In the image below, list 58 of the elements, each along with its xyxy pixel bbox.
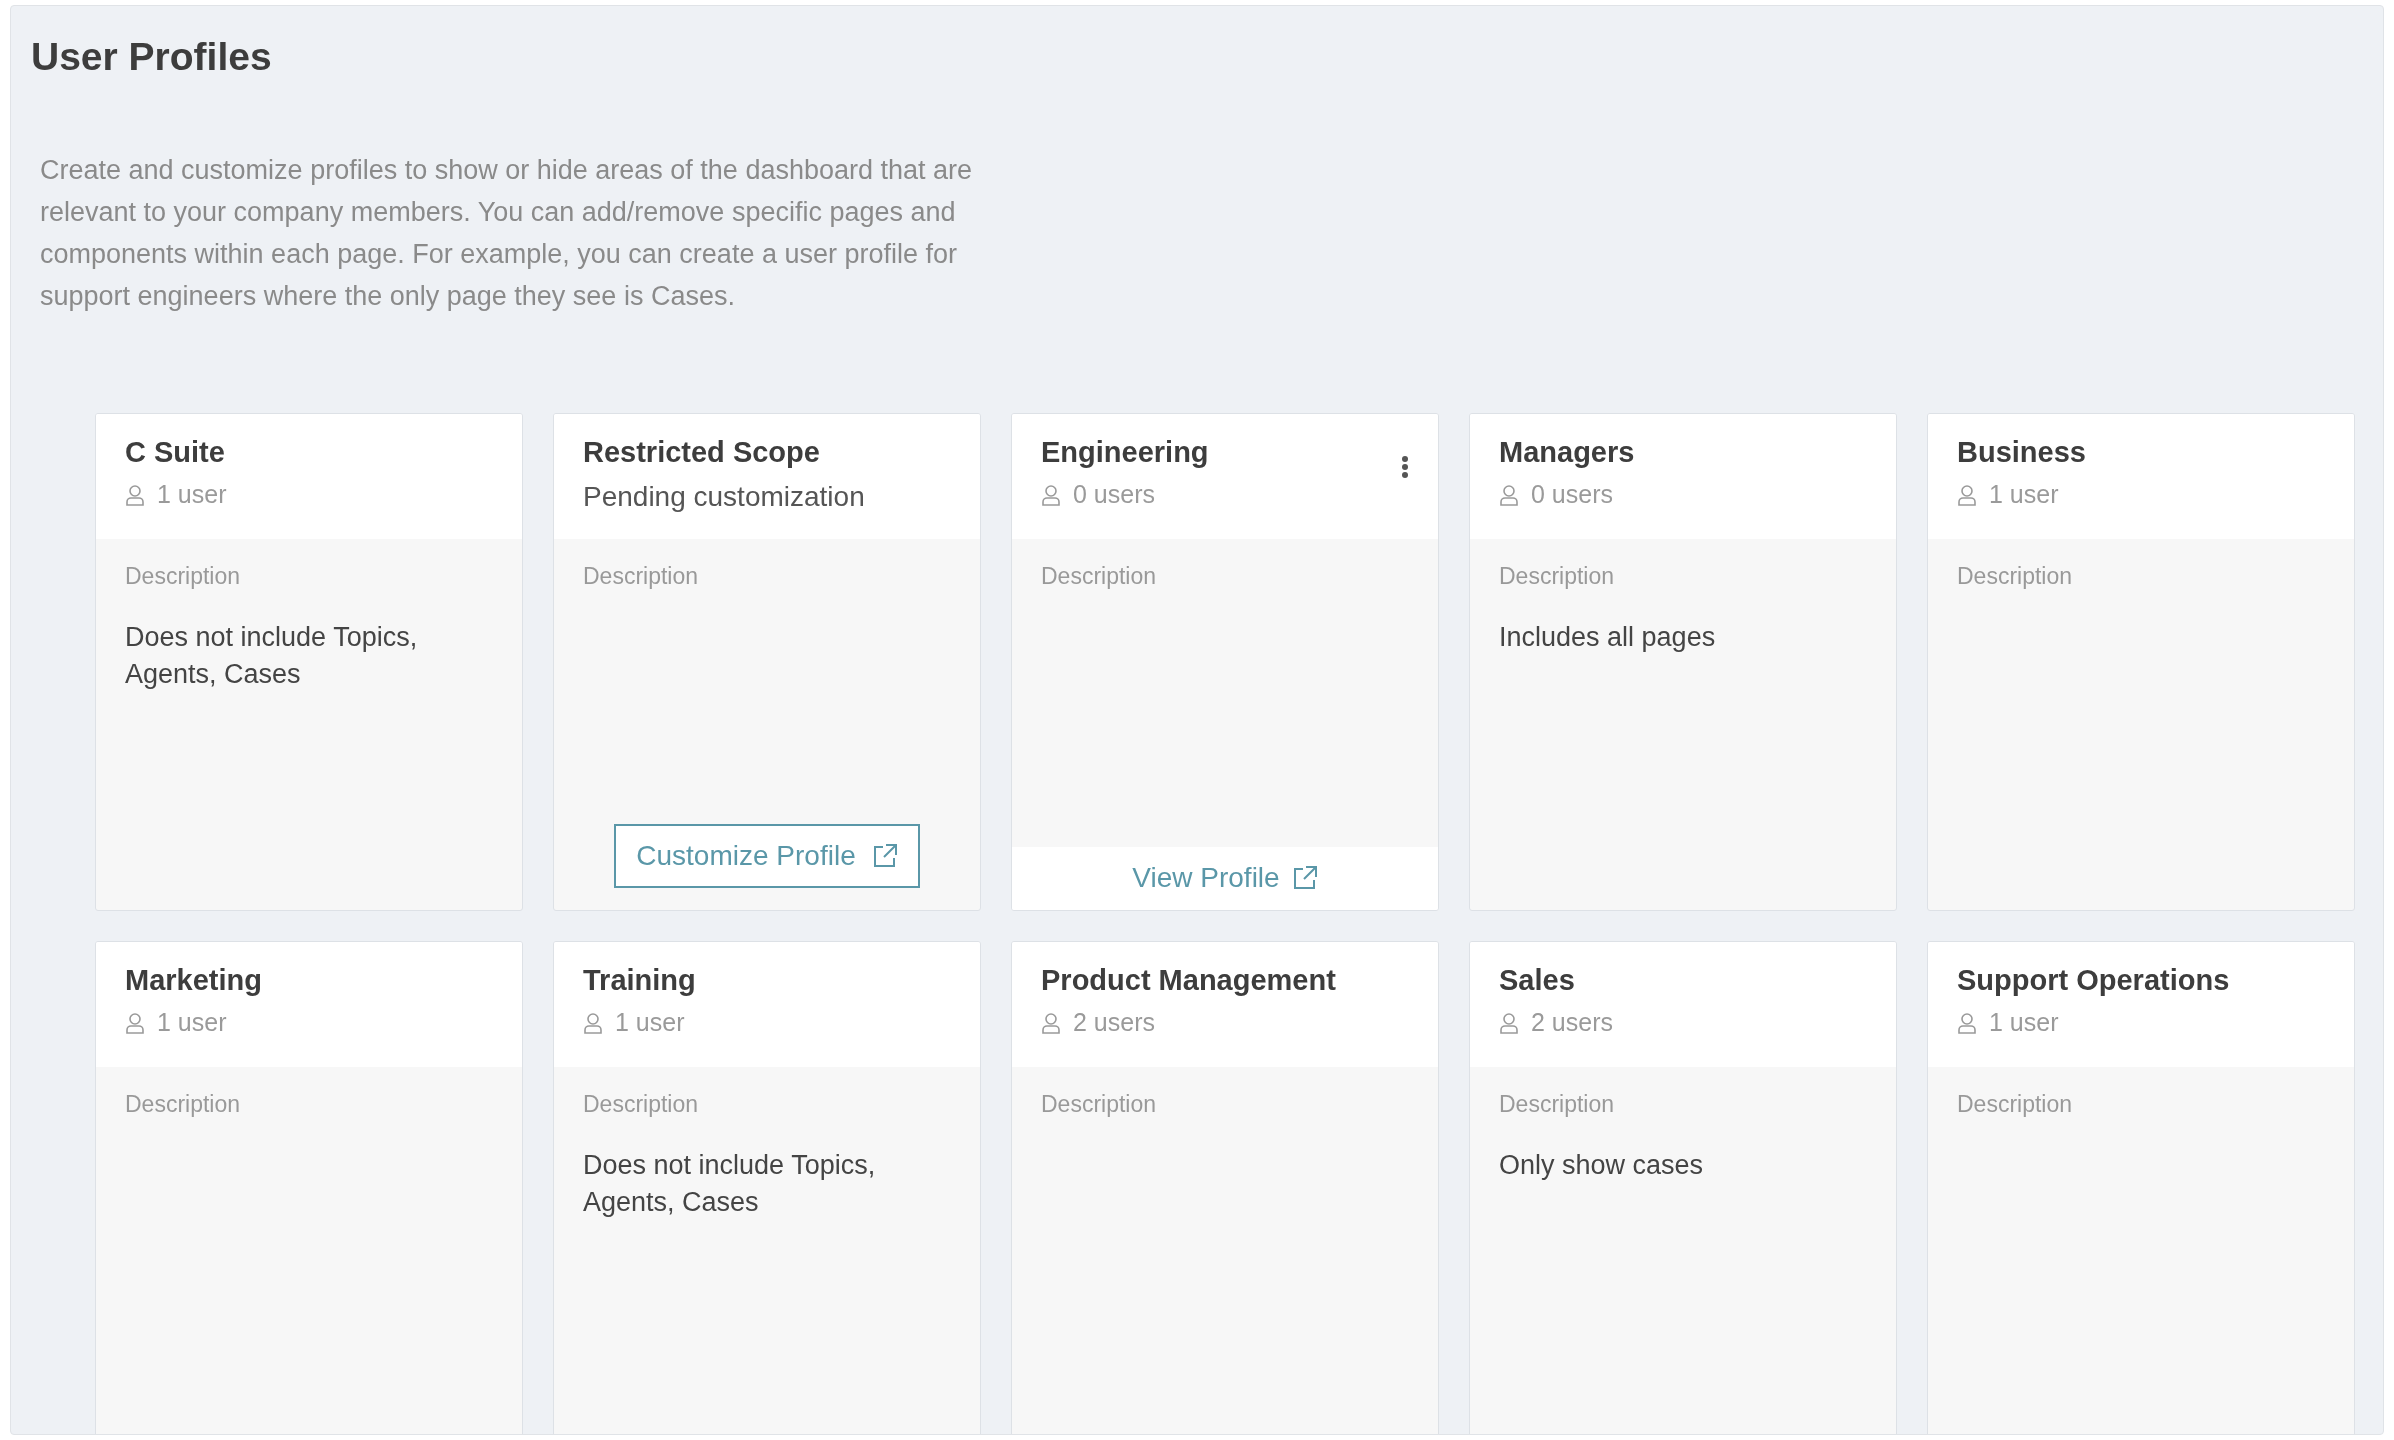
description-label: Description [1499, 561, 1616, 591]
description-label: Description [1041, 1089, 1158, 1119]
profile-card[interactable]: Business 1 user Description [1927, 412, 2355, 911]
description-label: Description [583, 561, 700, 591]
profile-name: Business [1957, 434, 2086, 470]
profile-name: Training [583, 962, 696, 998]
user-count: 2 users [1073, 1006, 1155, 1038]
profile-name: Engineering [1041, 434, 1209, 470]
profile-card[interactable]: Marketing 1 user Description [95, 940, 523, 1434]
profile-name: Support Operations [1957, 962, 2230, 998]
profile-card[interactable]: Sales 2 users Description Only show cases [1469, 940, 1897, 1434]
user-count: 0 users [1531, 478, 1613, 510]
user-count: 1 user [615, 1006, 685, 1038]
profile-description: Does not include Topics, Agents, Cases [125, 621, 419, 691]
profile-card[interactable]: Engineering 0 users Description View Profile [1011, 412, 1439, 911]
profile-description: Only show cases [1499, 1149, 1705, 1182]
profile-status: Pending customization [583, 479, 865, 514]
external-link-icon [871, 842, 898, 869]
page-title: User Profiles [31, 34, 273, 80]
user-count: 1 user [1989, 478, 2059, 510]
description-label: Description [583, 1089, 700, 1119]
profile-name: Marketing [125, 962, 262, 998]
profile-description: Includes all pages [1499, 621, 1717, 654]
description-label: Description [125, 1089, 242, 1119]
description-label: Description [1041, 561, 1158, 591]
user-icon [125, 1011, 145, 1034]
description-label: Description [125, 561, 242, 591]
external-link-icon [1291, 865, 1318, 891]
user-count: 0 users [1073, 478, 1155, 510]
user-icon [1499, 1011, 1519, 1034]
profile-name: C Suite [125, 434, 226, 470]
user-count: 1 user [157, 1006, 227, 1038]
intro-text: Create and customize profiles to show or hide areas of the dashboard that are relevant to your company members. You can add/remove specific pages and components within each page. For example, you can create a user profile for support engineers where the only page they see is Cases. [40, 153, 974, 313]
profile-name: Managers [1499, 434, 1635, 470]
user-icon [1957, 483, 1977, 506]
user-count: 1 user [157, 478, 227, 510]
profile-card[interactable]: Restricted Scope Pending customization Description Customize Profile [553, 412, 981, 911]
profile-card[interactable]: Managers 0 users Description Includes all pages [1469, 412, 1897, 911]
user-icon [1957, 1011, 1977, 1034]
profile-name: Restricted Scope [583, 434, 821, 470]
user-icon [1041, 1011, 1061, 1034]
profile-card[interactable]: Support Operations 1 user Description [1927, 940, 2355, 1434]
description-label: Description [1499, 1089, 1616, 1119]
more-options-icon[interactable] [1401, 455, 1409, 478]
profile-card[interactable]: Product Management 2 users Description [1011, 940, 1439, 1434]
user-count: 1 user [1989, 1006, 2059, 1038]
profile-name: Product Management [1041, 962, 1336, 998]
profile-description: Does not include Topics, Agents, Cases [583, 1149, 877, 1219]
user-icon [1499, 483, 1519, 506]
profile-card[interactable]: C Suite 1 user Description Does not include Topics, Agents, Cases [95, 412, 523, 911]
user-icon [1041, 483, 1061, 506]
user-count: 2 users [1531, 1006, 1613, 1038]
profile-card[interactable]: Training 1 user Description Does not include Topics, Agents, Cases [553, 940, 981, 1434]
profile-name: Sales [1499, 962, 1576, 998]
description-label: Description [1957, 1089, 2074, 1119]
user-icon [583, 1011, 603, 1034]
description-label: Description [1957, 561, 2074, 591]
user-icon [125, 483, 145, 506]
